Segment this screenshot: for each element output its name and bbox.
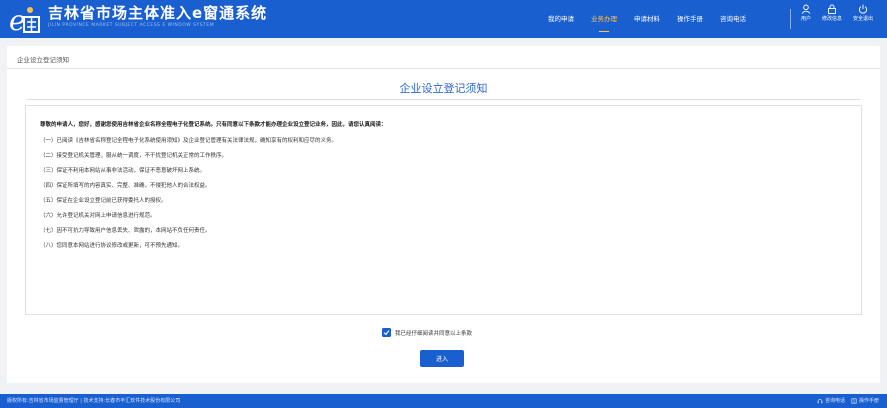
app-subtitle: JILIN PROVINCE MARKET SUBJECT ACCESS E W… [48,23,215,28]
top-header: e 吉林省市场主体准入e窗通系统 JILIN PROVINCE MARKET S… [0,0,887,38]
headset-icon [817,398,823,403]
lock-icon [828,4,836,14]
nav-business[interactable]: 业务办理 [591,0,617,38]
content-card: 企业设立登记须知 企业设立登记须知 尊敬的申请人，您好，感谢您使用吉林省企业名称… [7,46,880,383]
agree-checkbox-row[interactable]: 我已经仔细阅读并同意以上条款 [382,328,472,337]
edit-info-button[interactable]: 修改信息 [820,4,844,22]
term-item: （一）已阅读《吉林省名称登记全程电子化系统使用须知》及企业登记管理有关法律法规，… [40,138,338,144]
footer-links: 咨询电话 操作手册 [811,397,879,404]
term-item: （八）您同意本网站进行协议修改或更新，可不预先通知。 [40,243,184,249]
user-icon [801,4,811,14]
terms-intro: 尊敬的申请人，您好，感谢您使用吉林省企业名称全程电子化登记系统。只有同意以下条款… [40,122,387,128]
term-item: （三）保证不利用本网站从事非法活动，保证不恶意破坏网上系统。 [40,168,206,174]
nav-materials[interactable]: 申请材料 [634,0,660,38]
main-nav: 我的申请 业务办理 申请材料 操作手册 咨询电话 [548,0,763,38]
footer-copyright: 版权所有:吉林省市场监督管理厅 | 技术支持:长春市丰汇软件技术股份有限公司 [7,398,181,404]
agree-label: 我已经仔细阅读并同意以上条款 [395,330,473,337]
logo-icon: e [9,4,40,37]
term-item: （七）因不可抗力导致用户信息丢失、泄露的，本网站不负任何责任。 [40,228,211,234]
nav-manual[interactable]: 操作手册 [677,0,703,38]
check-icon [383,330,390,336]
agree-checkbox[interactable] [382,328,391,337]
user-label: 用户 [800,16,811,22]
term-item: （四）保证所填写的内容真实、完整、准确，不侵犯他人的合法权益。 [40,183,211,189]
term-item: （六）允许登记机关对网上申请信息进行规范。 [40,213,156,219]
nav-my-applications[interactable]: 我的申请 [548,0,574,38]
logo: e [8,3,42,37]
page-title: 企业设立登记须知 [399,82,488,95]
user-button[interactable]: 用户 [794,4,818,22]
terms-box: 尊敬的申请人，您好，感谢您使用吉林省企业名称全程电子化登记系统。只有同意以下条款… [25,105,862,315]
app-title: 吉林省市场主体准入e窗通系统 [48,4,268,22]
brand: 吉林省市场主体准入e窗通系统 JILIN PROVINCE MARKET SUB… [48,4,267,29]
enter-button[interactable]: 进入 [420,350,464,367]
term-item: （五）保证在企业设立登记前已获得委托人的授权。 [40,198,167,204]
header-divider [790,9,791,29]
power-icon [858,4,868,14]
term-item: （二）接受登记机关管理，服从统一调度，不干扰登记机关正常的工作秩序。 [40,153,228,159]
footer: 版权所有:吉林省市场监督管理厅 | 技术支持:长春市丰汇软件技术股份有限公司 咨… [0,394,887,408]
footer-hotline-label: 咨询电话 [824,398,845,404]
footer-hotline-link[interactable]: 咨询电话 [817,397,845,404]
breadcrumb: 企业设立登记须知 [17,56,69,64]
nav-hotline[interactable]: 咨询电话 [720,0,746,38]
footer-manual-label: 操作手册 [858,398,879,404]
book-icon [851,397,857,404]
logout-label: 安全退出 [852,16,873,22]
footer-manual-link[interactable]: 操作手册 [851,397,879,404]
title-divider [27,99,860,100]
logout-button[interactable]: 安全退出 [851,4,875,22]
breadcrumb-divider [7,68,880,69]
edit-info-label: 修改信息 [821,16,842,22]
